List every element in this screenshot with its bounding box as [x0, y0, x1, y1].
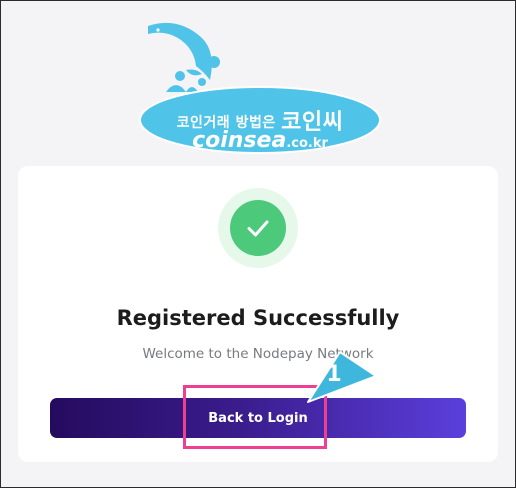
step-number: 1	[326, 362, 342, 387]
success-badge	[218, 188, 298, 268]
check-icon	[247, 220, 269, 237]
page-title: Registered Successfully	[116, 306, 400, 330]
back-to-login-button[interactable]: Back to Login	[50, 398, 466, 438]
coinsea-logo: 코인거래 방법은 코인씨 coinsea.co.kr	[136, 14, 384, 160]
page-subtitle: Welcome to the Nodepay Network	[142, 346, 374, 362]
logo-brand-tld: .co.kr	[286, 136, 328, 151]
logo-brand-domain: coinsea	[192, 128, 287, 153]
